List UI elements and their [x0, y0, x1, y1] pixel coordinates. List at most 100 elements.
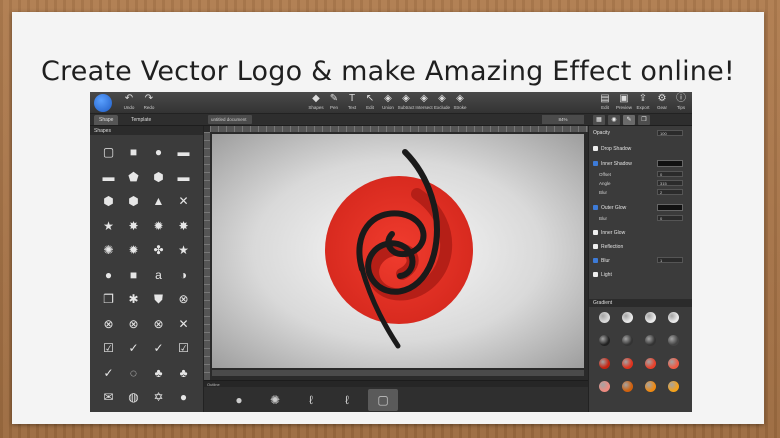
gradient-swatch[interactable] [668, 381, 679, 392]
outline-item[interactable]: ℓ [332, 389, 362, 411]
camera-tool-icon[interactable]: ◉ [608, 115, 620, 125]
opacity-input[interactable]: 100 [657, 130, 683, 136]
blur-row[interactable]: Blur [593, 258, 610, 264]
shape-item[interactable]: ★ [171, 238, 196, 263]
outline-item[interactable]: ▢ [368, 389, 398, 411]
offset-input[interactable]: 0 [657, 171, 683, 177]
gradient-swatch[interactable] [645, 312, 656, 323]
shape-item[interactable]: ✉ [96, 385, 121, 410]
gradient-swatch[interactable] [645, 358, 656, 369]
tab-shape[interactable]: Shape [94, 115, 119, 125]
document-name-field[interactable]: untitled document [208, 115, 252, 124]
shape-item[interactable]: ⬢ [96, 189, 121, 214]
shape-item[interactable]: ✓ [96, 361, 121, 386]
inner-shadow-row[interactable]: Inner Shadow [593, 161, 632, 167]
outline-item[interactable]: ℓ [296, 389, 326, 411]
shape-item[interactable]: ◍ [121, 385, 146, 410]
shape-item[interactable]: ❐ [96, 287, 121, 312]
angle-input[interactable]: 315 [657, 180, 683, 186]
inner-glow-checkbox[interactable] [593, 230, 598, 235]
reflection-checkbox[interactable] [593, 244, 598, 249]
gradient-swatch[interactable] [668, 335, 679, 346]
shape-item[interactable]: ⊗ [171, 287, 196, 312]
horizontal-scrollbar[interactable] [212, 370, 584, 376]
shape-item[interactable]: ⬟ [121, 165, 146, 190]
light-row[interactable]: Light [593, 272, 612, 278]
gradient-swatch[interactable] [645, 381, 656, 392]
toolbar-tips-button[interactable]: ⓘ Tips [670, 94, 692, 111]
brush-tool-icon[interactable]: ✎ [623, 115, 635, 125]
toolbar-undo-button[interactable]: ↶ Undo [118, 94, 140, 111]
gradient-swatch[interactable] [599, 312, 610, 323]
shape-item[interactable]: ◑ [171, 263, 196, 288]
layers-tool-icon[interactable]: ▦ [593, 115, 605, 125]
shape-item[interactable]: ⬢ [121, 189, 146, 214]
inner-shadow-checkbox[interactable] [593, 161, 598, 166]
artboard[interactable] [212, 134, 584, 368]
shape-item[interactable]: ♣ [171, 361, 196, 386]
inner-shadow-blur-input[interactable]: 2 [657, 189, 683, 195]
shape-item[interactable]: ■ [121, 263, 146, 288]
inner-shadow-color-swatch[interactable] [657, 160, 683, 167]
gradient-swatch[interactable] [599, 358, 610, 369]
shape-item[interactable]: ▲ [146, 189, 171, 214]
outline-item[interactable]: ● [224, 389, 254, 411]
shape-item[interactable]: ☑ [171, 336, 196, 361]
app-logo-button[interactable] [94, 94, 112, 112]
drop-shadow-checkbox[interactable] [593, 146, 598, 151]
shape-item[interactable]: ✓ [146, 336, 171, 361]
shape-item[interactable]: ✕ [171, 312, 196, 337]
shape-item[interactable]: ▬ [96, 165, 121, 190]
shape-item[interactable]: ✸ [121, 214, 146, 239]
shape-item[interactable]: ☑ [96, 336, 121, 361]
blur-input[interactable]: 1 [657, 257, 683, 263]
light-checkbox[interactable] [593, 272, 598, 277]
toolbar-redo-button[interactable]: ↷ Redo [138, 94, 160, 111]
gradient-swatch[interactable] [668, 312, 679, 323]
outer-glow-checkbox[interactable] [593, 205, 598, 210]
shape-item[interactable]: ✡ [146, 385, 171, 410]
outer-glow-row[interactable]: Outer Glow [593, 205, 626, 211]
shape-item[interactable]: ⊗ [96, 312, 121, 337]
shape-item[interactable]: ✤ [146, 238, 171, 263]
shape-item[interactable]: ✹ [121, 238, 146, 263]
shape-item[interactable]: ▬ [171, 140, 196, 165]
shape-item[interactable]: ♣ [146, 361, 171, 386]
gradient-swatch[interactable] [622, 381, 633, 392]
shape-item[interactable]: ● [96, 263, 121, 288]
drop-shadow-row[interactable]: Drop Shadow [593, 146, 631, 152]
gradient-swatch[interactable] [599, 381, 610, 392]
shape-item[interactable]: ◌ [121, 361, 146, 386]
outer-glow-color-swatch[interactable] [657, 204, 683, 211]
shape-item[interactable]: ⊗ [121, 312, 146, 337]
shape-item[interactable]: ⊗ [146, 312, 171, 337]
shape-item[interactable]: ■ [121, 140, 146, 165]
shape-item[interactable]: ● [171, 385, 196, 410]
gradient-swatch[interactable] [622, 358, 633, 369]
copy-tool-icon[interactable]: ❐ [638, 115, 650, 125]
outline-item[interactable]: ✺ [260, 389, 290, 411]
reflection-row[interactable]: Reflection [593, 244, 623, 250]
gradient-swatch[interactable] [599, 335, 610, 346]
shape-item[interactable]: ★ [96, 214, 121, 239]
shape-item[interactable]: ✺ [96, 238, 121, 263]
shape-item[interactable]: ▬ [171, 165, 196, 190]
gradient-swatch[interactable] [622, 312, 633, 323]
shape-item[interactable]: ✓ [121, 336, 146, 361]
gradient-swatch[interactable] [668, 358, 679, 369]
shape-item[interactable]: ✸ [171, 214, 196, 239]
logo-artwork[interactable] [212, 134, 584, 368]
shape-item[interactable]: a [146, 263, 171, 288]
inner-glow-row[interactable]: Inner Glow [593, 230, 625, 236]
shape-item[interactable]: ✱ [121, 287, 146, 312]
zoom-level[interactable]: 84% [542, 115, 584, 124]
outer-glow-blur-input[interactable]: 0 [657, 215, 683, 221]
toolbar-stroke-button[interactable]: ◈ Stroke [449, 94, 471, 111]
shape-item[interactable]: ▢ [96, 140, 121, 165]
gradient-swatch[interactable] [622, 335, 633, 346]
tab-template[interactable]: Template [126, 115, 156, 125]
shape-item[interactable]: ⬢ [146, 165, 171, 190]
shape-item[interactable]: ⛊ [146, 287, 171, 312]
blur-checkbox[interactable] [593, 258, 598, 263]
shape-item[interactable]: ✕ [171, 189, 196, 214]
